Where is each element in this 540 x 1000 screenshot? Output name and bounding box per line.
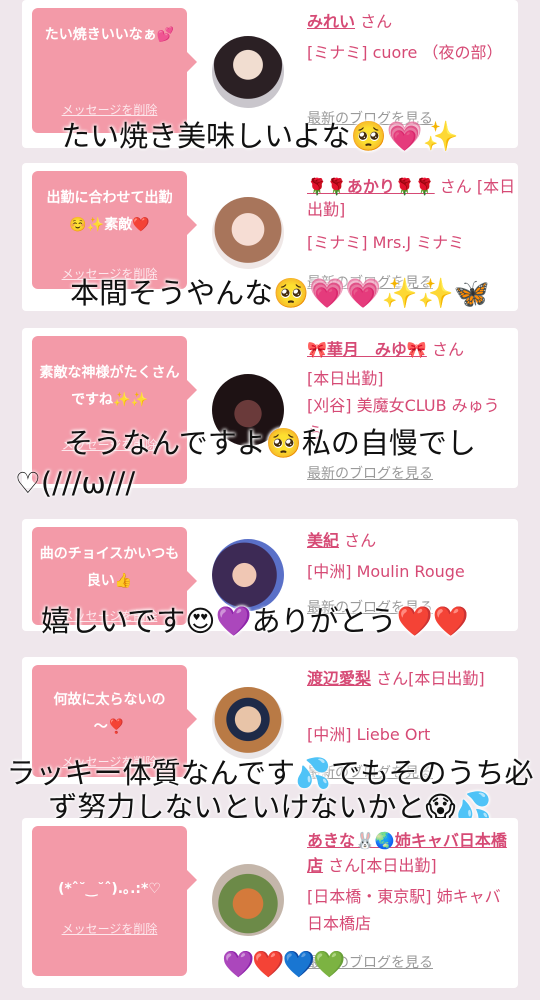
cast-name-link[interactable]: 渡辺愛梨 bbox=[307, 669, 371, 688]
overlay-caption: そうなんですよ🥺私の自慢でし bbox=[64, 426, 476, 460]
cast-name-link[interactable]: 美紀 bbox=[307, 531, 339, 550]
delete-message-link[interactable]: メッセージを削除 bbox=[32, 920, 187, 937]
overlay-hearts: 💜❤️💙💚 bbox=[222, 950, 345, 980]
cast-name-line: 美紀 さん bbox=[307, 529, 507, 552]
san-label: さん bbox=[431, 340, 464, 359]
cast-name-link[interactable]: 🌹🌹あかり🌹🌹 bbox=[307, 177, 435, 196]
delete-message-link[interactable]: メッセージを削除 bbox=[32, 101, 187, 118]
san-label: さん bbox=[328, 856, 361, 875]
avatar[interactable] bbox=[212, 687, 284, 759]
overlay-caption: たい焼き美味しいよな🥺💗✨ bbox=[61, 119, 459, 153]
message-card: 素敵な神様がたくさんですね✨✨ メッセージを削除 🎀華月 みゆ🎀 さん [本日出… bbox=[22, 328, 518, 488]
message-bubble: 素敵な神様がたくさんですね✨✨ メッセージを削除 bbox=[32, 336, 197, 484]
message-bubble: (*ˆ˘‿˘ˆ).｡.:*♡ メッセージを削除 bbox=[32, 826, 197, 976]
san-label: さん bbox=[376, 669, 409, 688]
message-text: 曲のチョイスかいつも良い👍 bbox=[39, 546, 180, 589]
avatar[interactable] bbox=[212, 197, 284, 269]
shop-link[interactable]: [ミナミ] cuore （夜の部） bbox=[307, 39, 512, 66]
cast-name-line: 🌹🌹あかり🌹🌹 さん [本日出勤] bbox=[307, 175, 517, 221]
san-label: さん bbox=[360, 12, 393, 31]
shop-link[interactable]: [ミナミ] Mrs.J ミナミ bbox=[307, 229, 512, 256]
cast-name-line: みれい さん bbox=[307, 10, 507, 33]
overlay-caption: ラッキー体質なんです💦でもそのうち必 bbox=[6, 756, 534, 790]
message-text: (*ˆ˘‿˘ˆ).｡.:*♡ bbox=[58, 881, 161, 897]
san-label: さん bbox=[344, 531, 377, 550]
message-text: 出勤に合わせて出勤☺️✨素敵❤️ bbox=[46, 190, 173, 233]
avatar[interactable] bbox=[212, 36, 284, 108]
work-status: [本日出勤] bbox=[408, 669, 485, 688]
overlay-caption: 嬉しいです😍💜ありがとう❤️❤️ bbox=[41, 604, 469, 638]
cast-name-link[interactable]: みれい bbox=[307, 12, 355, 31]
message-text: 何故に太らないの～❣️ bbox=[53, 692, 166, 735]
cast-name-line: あきな🐰🌏姉キャバ日本橋店 さん[本日出勤] bbox=[307, 828, 517, 878]
shop-link[interactable]: [日本橋・東京駅] 姉キャバ 日本橋店 bbox=[307, 883, 512, 937]
work-status: [本日出勤] bbox=[307, 369, 384, 388]
overlay-caption: 本間そうやんな🥺💗💗✨✨🦋 bbox=[70, 276, 490, 310]
san-label: さん bbox=[439, 177, 472, 196]
message-text: 素敵な神様がたくさんですね✨✨ bbox=[39, 365, 180, 408]
message-bubble: たい焼きいいなぁ💕 メッセージを削除 bbox=[32, 8, 197, 133]
shop-link[interactable]: [中洲] Moulin Rouge bbox=[307, 558, 512, 585]
message-bubble: 出勤に合わせて出勤☺️✨素敵❤️ メッセージを削除 bbox=[32, 171, 197, 289]
cast-name-link[interactable]: 🎀華月 みゆ🎀 bbox=[307, 340, 427, 359]
avatar[interactable] bbox=[212, 864, 284, 936]
work-status: [本日出勤] bbox=[360, 856, 437, 875]
cast-name-line: 🎀華月 みゆ🎀 さん bbox=[307, 338, 517, 361]
avatar[interactable] bbox=[212, 539, 284, 611]
overlay-caption: ♡(///ω/// bbox=[14, 466, 136, 500]
message-text: たい焼きいいなぁ💕 bbox=[44, 27, 175, 43]
shop-link[interactable]: [中洲] Liebe Ort bbox=[307, 721, 512, 748]
cast-name-line: 渡辺愛梨 さん[本日出勤] bbox=[307, 667, 517, 690]
